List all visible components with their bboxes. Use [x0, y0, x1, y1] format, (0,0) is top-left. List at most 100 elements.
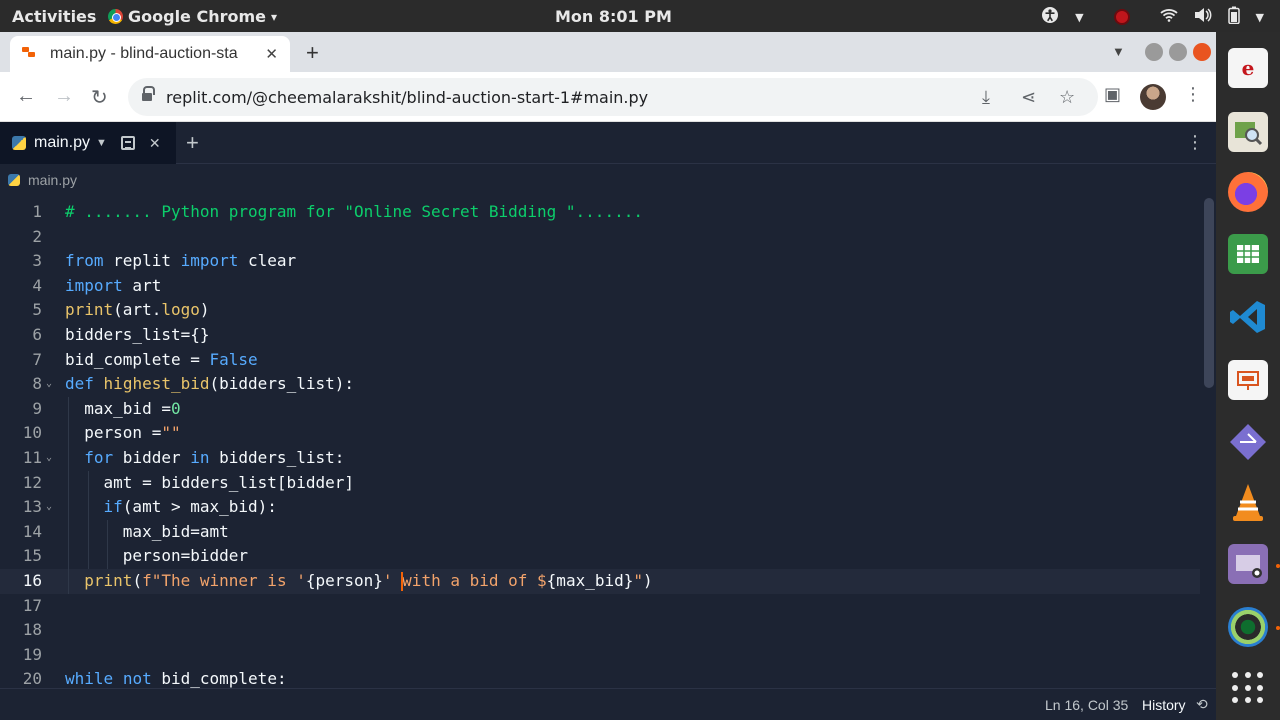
lock-icon[interactable]	[142, 86, 155, 102]
running-indicator	[1276, 626, 1280, 630]
add-tab-button[interactable]: +	[186, 130, 199, 156]
code-line[interactable]: 2	[0, 225, 1200, 250]
code-line[interactable]: 12 amt = bidders_list[bidder]	[0, 470, 1200, 496]
code-text[interactable]: max_bid=amt	[65, 520, 229, 545]
share-icon[interactable]: ⋖	[1021, 87, 1036, 108]
reload-icon[interactable]: ↻	[91, 85, 108, 110]
code-text[interactable]: max_bid =0	[65, 397, 180, 422]
code-line[interactable]: 15 person=bidder	[0, 544, 1200, 569]
spreadsheet-icon[interactable]	[1228, 234, 1268, 274]
firefox-icon[interactable]	[1228, 172, 1268, 212]
code-line[interactable]: 17	[0, 594, 1200, 619]
chrome-menu-icon[interactable]: ⋮	[1184, 84, 1202, 105]
code-line[interactable]: 9 max_bid =0	[0, 396, 1200, 422]
show-applications-icon[interactable]	[1232, 672, 1264, 704]
presentation-icon[interactable]	[1228, 360, 1268, 400]
git-app-icon[interactable]	[1228, 422, 1268, 462]
code-text[interactable]: print(f"The winner is '{person}' with a …	[65, 569, 652, 594]
vscode-icon[interactable]	[1228, 297, 1268, 337]
code-text[interactable]: print(art.logo)	[65, 298, 210, 323]
line-number: 13	[22, 497, 42, 517]
breadcrumb-file[interactable]: main.py	[28, 172, 77, 188]
code-line[interactable]: 14 max_bid=amt	[0, 519, 1200, 545]
history-icon[interactable]: ⟲	[1196, 696, 1208, 713]
code-line[interactable]: 20 while not bid_complete:	[0, 667, 1200, 688]
volume-icon[interactable]	[1194, 7, 1212, 27]
file-tab-label: main.py	[34, 134, 91, 151]
fold-chevron-icon[interactable]: ⌄	[46, 446, 52, 471]
code-line[interactable]: 4 import art	[0, 274, 1200, 299]
fold-chevron-icon[interactable]: ⌄	[46, 372, 52, 397]
file-tab-main-py[interactable]: main.py ▼ ✕	[0, 122, 176, 164]
close-file-tab-icon[interactable]: ✕	[149, 135, 161, 152]
more-options-icon[interactable]: ⋮	[1186, 132, 1204, 153]
code-text[interactable]: amt = bidders_list[bidder]	[65, 471, 354, 496]
system-tray[interactable]: ▼ ▼	[1041, 6, 1264, 28]
browser-tab-active[interactable]: main.py - blind-auction-sta ✕	[10, 36, 290, 72]
code-text[interactable]: bidders_list={}	[65, 323, 210, 348]
accessibility-icon[interactable]	[1041, 6, 1059, 28]
fold-chevron-icon[interactable]: ⌄	[46, 495, 52, 520]
code-line[interactable]: 8 ⌄ def highest_bid(bidders_list):	[0, 372, 1200, 397]
extensions-icon[interactable]: ▣	[1104, 84, 1121, 105]
code-text[interactable]: person=bidder	[65, 544, 248, 569]
line-number: 1	[32, 202, 42, 221]
vlc-icon[interactable]	[1228, 482, 1268, 522]
tab-search-chevron-icon[interactable]: ▼	[1112, 44, 1125, 59]
code-line[interactable]: 13 ⌄ if(amt > max_bid):	[0, 495, 1200, 520]
history-button[interactable]: History	[1142, 697, 1186, 713]
profile-avatar[interactable]	[1140, 84, 1166, 110]
evince-icon[interactable]: e	[1228, 48, 1268, 88]
code-text[interactable]: import art	[65, 274, 161, 299]
code-line[interactable]: 19	[0, 643, 1200, 668]
replit-editor: main.py ▼ ✕ + ⋮ main.py 1 # ....... Pytho…	[0, 122, 1216, 720]
battery-icon[interactable]	[1227, 6, 1240, 28]
scrollbar-thumb[interactable]	[1204, 198, 1214, 388]
clock[interactable]: Mon 8:01 PM	[555, 7, 672, 26]
code-text[interactable]: def highest_bid(bidders_list):	[65, 372, 354, 397]
app-menu[interactable]: Google Chrome ▾	[108, 7, 277, 26]
record-indicator-icon[interactable]	[1113, 9, 1130, 25]
maximize-window-button[interactable]	[1169, 43, 1187, 61]
code-line[interactable]: 10 person =""	[0, 421, 1200, 446]
close-tab-icon[interactable]: ✕	[265, 45, 278, 63]
code-text[interactable]: for bidder in bidders_list:	[65, 446, 344, 471]
code-text[interactable]: # ....... Python program for "Online Sec…	[65, 200, 643, 225]
forward-arrow-icon[interactable]: →	[54, 85, 74, 108]
address-bar[interactable]: replit.com/@cheemalarakshit/blind-auctio…	[128, 78, 1098, 116]
code-area[interactable]: 1 # ....... Python program for "Online Se…	[0, 200, 1200, 688]
chevron-down-icon: ▾	[271, 9, 278, 24]
code-text[interactable]: from replit import clear	[65, 249, 296, 274]
code-text[interactable]: while not bid_complete:	[65, 667, 287, 688]
python-file-icon	[12, 136, 26, 150]
new-tab-button[interactable]: +	[306, 40, 319, 66]
close-window-button[interactable]	[1193, 43, 1211, 61]
install-app-icon[interactable]: ⤓	[982, 87, 990, 108]
code-line[interactable]: 16 print(f"The winner is '{person}' with…	[0, 568, 1200, 594]
document-outline-icon[interactable]	[120, 136, 135, 150]
code-text[interactable]: if(amt > max_bid):	[65, 495, 277, 520]
cursor-position[interactable]: Ln 16, Col 35	[1045, 697, 1128, 713]
code-line[interactable]: 11 ⌄ for bidder in bidders_list:	[0, 445, 1200, 471]
bookmark-star-icon[interactable]: ☆	[1059, 87, 1075, 108]
code-line[interactable]: 18	[0, 618, 1200, 643]
code-line[interactable]: 1 # ....... Python program for "Online Se…	[0, 200, 1200, 225]
back-arrow-icon[interactable]: ←	[16, 85, 36, 108]
chevron-down-icon[interactable]: ▼	[96, 137, 107, 149]
screenshot-icon[interactable]	[1228, 544, 1268, 584]
code-text[interactable]: person =""	[65, 421, 180, 446]
editor-scrollbar[interactable]	[1202, 198, 1214, 688]
minimize-window-button[interactable]	[1145, 43, 1163, 61]
webcam-icon[interactable]	[1228, 607, 1268, 647]
code-line[interactable]: 5 print(art.logo)	[0, 298, 1200, 323]
code-line[interactable]: 6 bidders_list={}	[0, 323, 1200, 348]
code-line[interactable]: 3 from replit import clear	[0, 249, 1200, 274]
code-line[interactable]: 7 bid_complete = False	[0, 348, 1200, 373]
breadcrumb[interactable]: main.py	[8, 172, 77, 188]
file-tab-bar: main.py ▼ ✕ + ⋮	[0, 122, 1216, 164]
activities-button[interactable]: Activities	[12, 7, 96, 26]
image-viewer-icon[interactable]	[1228, 112, 1268, 152]
url-text[interactable]: replit.com/@cheemalarakshit/blind-auctio…	[166, 88, 648, 107]
wifi-icon[interactable]	[1159, 8, 1178, 26]
code-text[interactable]: bid_complete = False	[65, 348, 258, 373]
